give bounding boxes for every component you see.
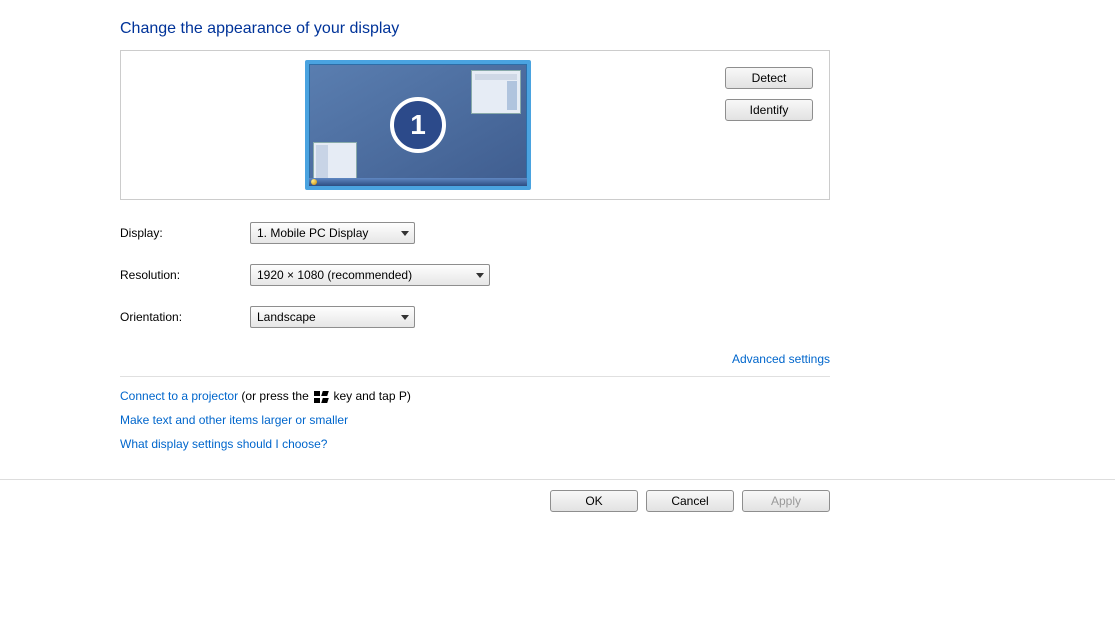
orientation-select-value: Landscape xyxy=(257,310,316,324)
display-preview-area: 1 Detect Identify xyxy=(120,50,830,200)
advanced-settings-link[interactable]: Advanced settings xyxy=(732,352,830,366)
display-label: Display: xyxy=(120,226,250,240)
resolution-label: Resolution: xyxy=(120,268,250,282)
cancel-button[interactable]: Cancel xyxy=(646,490,734,512)
orientation-select[interactable]: Landscape xyxy=(250,306,415,328)
help-link[interactable]: What display settings should I choose? xyxy=(120,437,327,451)
identify-button[interactable]: Identify xyxy=(725,99,813,121)
monitor-number-badge: 1 xyxy=(390,97,446,153)
button-bar-divider xyxy=(0,479,1115,480)
preview-window-icon xyxy=(313,142,357,182)
chevron-down-icon xyxy=(476,273,484,278)
ok-button[interactable]: OK xyxy=(550,490,638,512)
text-size-link[interactable]: Make text and other items larger or smal… xyxy=(120,413,348,427)
resolution-select-value: 1920 × 1080 (recommended) xyxy=(257,268,412,282)
monitor-preview-1[interactable]: 1 xyxy=(305,60,531,190)
display-select-value: 1. Mobile PC Display xyxy=(257,226,368,240)
orientation-label: Orientation: xyxy=(120,310,250,324)
resolution-select[interactable]: 1920 × 1080 (recommended) xyxy=(250,264,490,286)
divider xyxy=(120,376,830,377)
display-select[interactable]: 1. Mobile PC Display xyxy=(250,222,415,244)
chevron-down-icon xyxy=(401,231,409,236)
projector-hint-text-2: key and tap P) xyxy=(330,389,411,403)
projector-hint-text: (or press the xyxy=(238,389,312,403)
chevron-down-icon xyxy=(401,315,409,320)
page-title: Change the appearance of your display xyxy=(120,20,1115,38)
preview-taskbar-icon xyxy=(309,178,527,186)
connect-projector-link[interactable]: Connect to a projector xyxy=(120,389,238,403)
apply-button: Apply xyxy=(742,490,830,512)
windows-key-icon xyxy=(314,391,328,403)
detect-button[interactable]: Detect xyxy=(725,67,813,89)
preview-window-icon xyxy=(471,70,521,114)
